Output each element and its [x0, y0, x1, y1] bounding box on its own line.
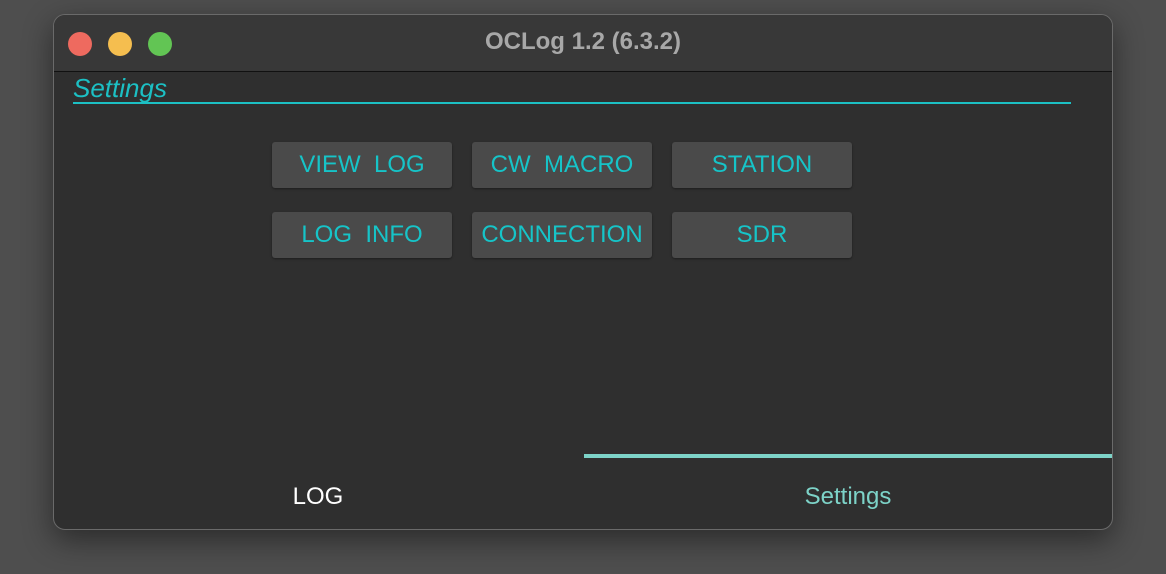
sdr-button[interactable]: SDR: [672, 212, 852, 258]
connection-button[interactable]: CONNECTION: [472, 212, 652, 258]
app-window: OCLog 1.2 (6.3.2) Settings VIEW LOG CW M…: [53, 14, 1113, 530]
tab-settings[interactable]: Settings: [584, 483, 1112, 511]
section-title: Settings: [73, 73, 167, 103]
log-info-button[interactable]: LOG INFO: [272, 212, 452, 258]
station-button[interactable]: STATION: [672, 142, 852, 188]
selected-tab-indicator: [584, 454, 1112, 458]
window-title: OCLog 1.2 (6.3.2): [484, 28, 682, 55]
tab-log[interactable]: LOG: [54, 483, 582, 511]
cw-macro-button[interactable]: CW MACRO: [472, 142, 652, 188]
section-header: Settings: [73, 73, 1071, 104]
view-log-button[interactable]: VIEW LOG: [272, 142, 452, 188]
title-bar[interactable]: OCLog 1.2 (6.3.2): [54, 15, 1112, 72]
